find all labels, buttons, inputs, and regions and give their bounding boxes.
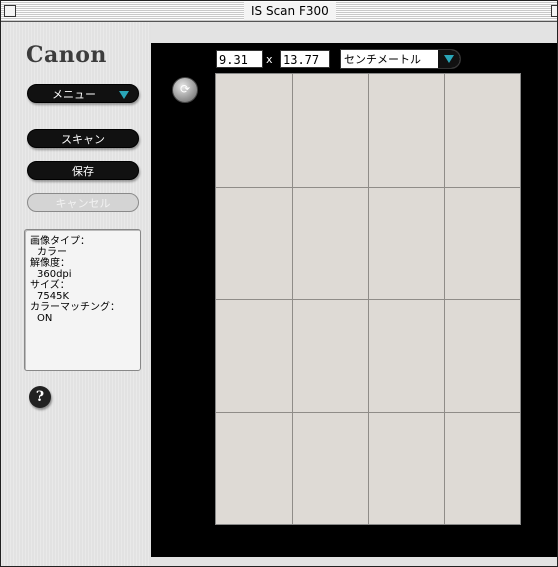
size-label: サイズ： — [30, 280, 70, 291]
size-value: 7545K — [37, 291, 70, 302]
canon-logo: Canon — [26, 42, 107, 68]
resolution-label: 解像度： — [30, 258, 70, 269]
zoom-box-icon[interactable] — [551, 5, 557, 17]
scan-info-panel: 画像タイプ： カラー 解像度： 360dpi サイズ： 7545K カラーマッチ… — [24, 229, 141, 371]
unit-select[interactable]: センチメートル — [340, 49, 461, 69]
unit-select-button[interactable] — [438, 50, 460, 68]
menu-button-label: メニュー — [52, 88, 96, 101]
window-title: IS Scan F300 — [244, 2, 336, 20]
unit-select-value: センチメートル — [344, 53, 421, 66]
grid-line-horizontal — [216, 411, 520, 413]
grid-line-horizontal — [216, 299, 520, 300]
triangle-down-icon — [444, 55, 454, 63]
triangle-down-icon — [119, 91, 129, 99]
help-icon[interactable]: ? — [29, 386, 51, 408]
width-field[interactable]: 9.31 — [216, 50, 263, 68]
grid-line-horizontal — [216, 186, 520, 188]
dimension-separator: x — [266, 53, 273, 66]
color-matching-value: ON — [37, 313, 53, 324]
scan-button[interactable]: スキャン — [27, 129, 139, 148]
app-window: IS Scan F300 Canon メニュー スキャン 保存 キャンセル 画像… — [0, 0, 558, 567]
image-type-value: カラー — [37, 247, 67, 258]
scan-preview[interactable] — [215, 73, 521, 525]
title-bar[interactable]: IS Scan F300 — [1, 1, 557, 22]
cancel-button: キャンセル — [27, 193, 139, 212]
menu-button[interactable]: メニュー — [27, 84, 139, 103]
image-type-label: 画像タイプ： — [30, 236, 90, 247]
close-box-icon[interactable] — [4, 5, 16, 17]
resolution-value: 360dpi — [37, 269, 72, 280]
rotate-icon[interactable]: ⟳ — [172, 77, 198, 103]
sidebar: Canon メニュー スキャン 保存 キャンセル 画像タイプ： カラー 解像度：… — [1, 22, 151, 566]
color-matching-label: カラーマッチング： — [30, 302, 120, 313]
height-field[interactable]: 13.77 — [280, 50, 330, 68]
save-button[interactable]: 保存 — [27, 161, 139, 180]
